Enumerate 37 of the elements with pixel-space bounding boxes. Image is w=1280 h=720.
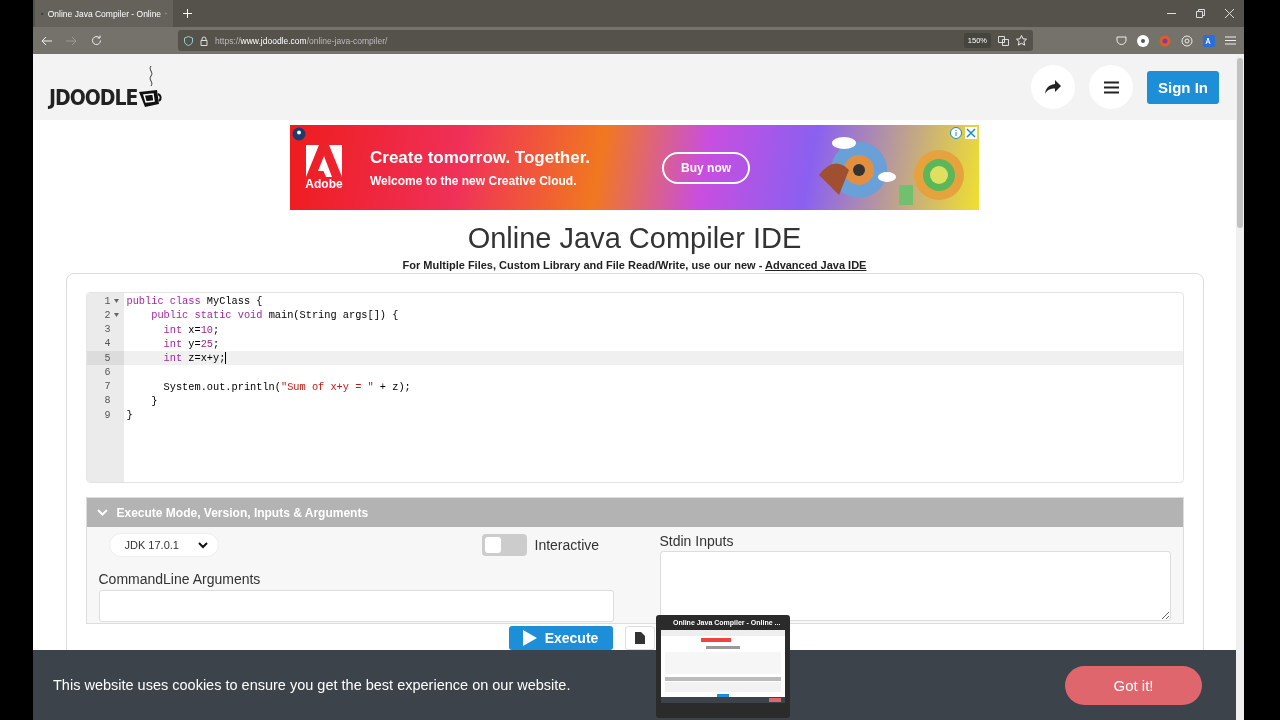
got-it-button[interactable]: Got it! [1065, 665, 1202, 705]
line-number: 3 [103, 323, 112, 337]
code-editor[interactable]: 1 2 3 4 5 6 7 8 9 public class MyClass { public static void main(String args[]) { int x=10; int y=25; int z=x+y; System.out.println("Sum of x+y = " + z); } } [85, 292, 1184, 483]
interactive-label: Interactive [534, 537, 600, 553]
stdin-label: Stdin Inputs [659, 533, 735, 549]
code-line: int z=x+y; [162, 352, 226, 365]
line-number: 6 [103, 365, 112, 380]
code-line: public class MyClass { [126, 295, 263, 308]
ad-banner[interactable]: Adobe Create tomorrow. Together. Welcome to the new Creative Cloud. Buy now [290, 125, 979, 210]
sign-in-button[interactable]: Sign In [1147, 70, 1219, 104]
code-line: int y=25; [162, 337, 220, 350]
line-number: 2 [86, 308, 124, 323]
line-number: 1 [86, 294, 124, 309]
arguments-label: CommandLine Arguments [98, 571, 262, 587]
line-number: 7 [103, 380, 112, 394]
logo[interactable]: JDOODLE [49, 64, 164, 110]
line-number: 9 [103, 408, 112, 423]
jdk-version-select[interactable]: JDK 17.0.1 [108, 533, 219, 557]
browser-tab[interactable]: Online Java Compiler - Online [35, 0, 173, 27]
ad-subline: Welcome to the new Creative Cloud. [370, 173, 578, 188]
execute-button[interactable]: Execute [508, 626, 613, 650]
code-line: int x=10; [162, 323, 220, 336]
url-text: https://www.jdoodle.com/online-java-compiler/ [215, 35, 389, 46]
buy-now-button[interactable]: Buy now [662, 151, 751, 184]
cookie-message: This website uses cookies to ensure you get the best experience on our website. [53, 677, 572, 693]
code-line: System.out.println("Sum of x+y = " + z); [162, 380, 411, 393]
line-number: 5 [86, 351, 124, 366]
page-title: Online Java Compiler IDE [467, 222, 802, 255]
code-line: } [126, 409, 133, 422]
advanced-ide-link[interactable]: Advanced Java IDE [764, 259, 867, 271]
line-number: 8 [103, 394, 112, 408]
line-number: 4 [103, 337, 112, 351]
ad-headline: Create tomorrow. Together. [370, 147, 591, 168]
code-line: } [150, 394, 158, 407]
ad-brand: Adobe [305, 176, 343, 191]
code-line: public static void main(String args[]) { [150, 309, 399, 322]
subtitle: For Multiple Files, Custom Library and File Read/Write, use our new - Advanced Java IDE [402, 259, 867, 271]
